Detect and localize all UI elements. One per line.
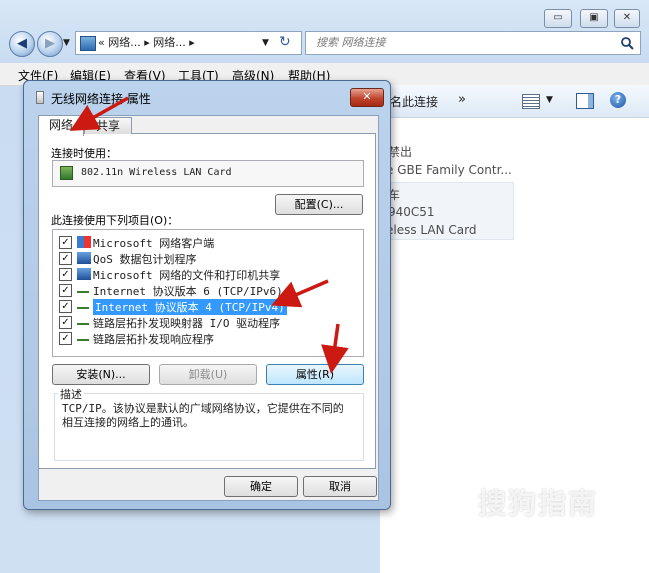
cancel-button[interactable]: 取消 [303, 476, 377, 497]
watermark: 搜狗指南 [478, 487, 599, 520]
network-client-icon [77, 236, 91, 248]
protocol-icon [77, 284, 89, 293]
search-placeholder: 搜索 网络连接 [316, 36, 386, 49]
list-item-label: 链路层拓扑发现映射器 I/O 驱动程序 [93, 317, 281, 330]
list-item-label: Microsoft 网络的文件和打印机共享 [93, 269, 281, 282]
list-item-label: Internet 协议版本 4 (TCP/IPv4) [93, 299, 287, 315]
protocol-icon [77, 300, 89, 309]
network-folder-icon [80, 36, 96, 51]
list-item-label: Internet 协议版本 6 (TCP/IPv6) [93, 285, 283, 298]
checkbox[interactable]: ✓ [59, 316, 72, 329]
adapter-name-partial: e GBE Family Contr... [386, 163, 512, 177]
dialog-title: 无线网络连接 属性 [51, 92, 151, 106]
search-icon[interactable] [620, 36, 634, 50]
address-bar[interactable]: « 网络... ▸ 网络... ▸ ▼ [75, 31, 302, 55]
checkbox[interactable]: ✓ [59, 252, 72, 265]
tab-network[interactable]: 网络 [38, 115, 84, 136]
list-item[interactable]: ✓ 链路层拓扑发现响应程序 [59, 330, 355, 346]
configure-button[interactable]: 配置(C)... [275, 194, 363, 215]
dialog-close-button[interactable]: ✕ [350, 88, 384, 107]
tab-sharing[interactable]: 共享 [84, 117, 132, 134]
list-item-label: Microsoft 网络客户端 [93, 237, 215, 250]
adapter-field: 802.11n Wireless LAN Card [52, 160, 364, 187]
list-item-selected[interactable]: ✓ Internet 协议版本 4 (TCP/IPv4) [59, 298, 355, 315]
refresh-button[interactable]: ↻ [279, 34, 291, 50]
description-title: 描述 [58, 386, 84, 402]
preview-pane-icon[interactable] [576, 93, 594, 109]
checkbox[interactable]: ✓ [59, 236, 72, 249]
network-id-partial: 940C51 [388, 205, 435, 219]
explorer-toolbar: 名此连接 » ▼ ? [380, 85, 649, 118]
list-item[interactable]: ✓ Internet 协议版本 6 (TCP/IPv6) [59, 282, 355, 298]
address-path: « 网络... ▸ 网络... ▸ [98, 36, 195, 49]
back-button[interactable]: ◀ [9, 31, 35, 57]
search-input[interactable]: 搜索 网络连接 [305, 31, 641, 55]
uninstall-button[interactable]: 卸载(U) [159, 364, 257, 385]
list-item[interactable]: ✓ 链路层拓扑发现映射器 I/O 驱动程序 [59, 314, 355, 330]
connection-status-partial: 禁出 [388, 145, 413, 159]
description-text: TCP/IP。该协议是默认的广域网络协议，它提供在不同的相互连接的网络上的通讯。 [62, 402, 344, 429]
items-label: 此连接使用下列项目(O)： [51, 214, 179, 227]
wireless-adapter-partial: eless LAN Card [386, 223, 477, 237]
view-dropdown-icon[interactable]: ▼ [546, 95, 553, 105]
connect-using-label: 连接时使用： [51, 147, 117, 160]
view-options-icon[interactable] [522, 94, 540, 109]
checkbox[interactable]: ✓ [59, 284, 72, 297]
watermark-url: zhinan.sogou.com [485, 530, 647, 549]
components-list[interactable]: ✓ Microsoft 网络客户端 ✓ QoS 数据包计划程序 ✓ Micros… [52, 229, 364, 357]
network-adapter-icon [60, 166, 73, 180]
checkbox[interactable]: ✓ [59, 300, 72, 313]
checkbox[interactable]: ✓ [59, 332, 72, 345]
more-commands-button[interactable]: » [458, 92, 466, 107]
list-item-label: 链路层拓扑发现响应程序 [93, 333, 214, 346]
protocol-icon [77, 316, 89, 325]
list-item-label: QoS 数据包计划程序 [93, 253, 197, 266]
properties-button[interactable]: 属性(R) [266, 364, 364, 385]
list-item[interactable]: ✓ QoS 数据包计划程序 [59, 250, 355, 266]
adapter-name: 802.11n Wireless LAN Card [81, 167, 232, 178]
install-button[interactable]: 安装(N)... [52, 364, 150, 385]
qos-icon [77, 252, 91, 264]
maximize-button[interactable]: ▣ [580, 9, 608, 28]
list-item[interactable]: ✓ Microsoft 网络的文件和打印机共享 [59, 266, 355, 282]
dialog-network-icon [36, 91, 44, 104]
address-dropdown-icon[interactable]: ▼ [262, 32, 269, 54]
list-item[interactable]: ✓ Microsoft 网络客户端 [59, 234, 355, 250]
ok-button[interactable]: 确定 [224, 476, 298, 497]
help-icon[interactable]: ? [610, 92, 626, 108]
checkbox[interactable]: ✓ [59, 268, 72, 281]
close-window-button[interactable]: ✕ [614, 9, 640, 28]
recent-pages-icon[interactable]: ▼ [63, 38, 70, 48]
minimize-button[interactable]: ▭ [544, 9, 572, 28]
forward-button[interactable]: ▶ [37, 31, 63, 57]
rename-connection-button[interactable]: 名此连接 [390, 93, 438, 110]
file-printer-sharing-icon [77, 268, 91, 280]
protocol-icon [77, 332, 89, 341]
